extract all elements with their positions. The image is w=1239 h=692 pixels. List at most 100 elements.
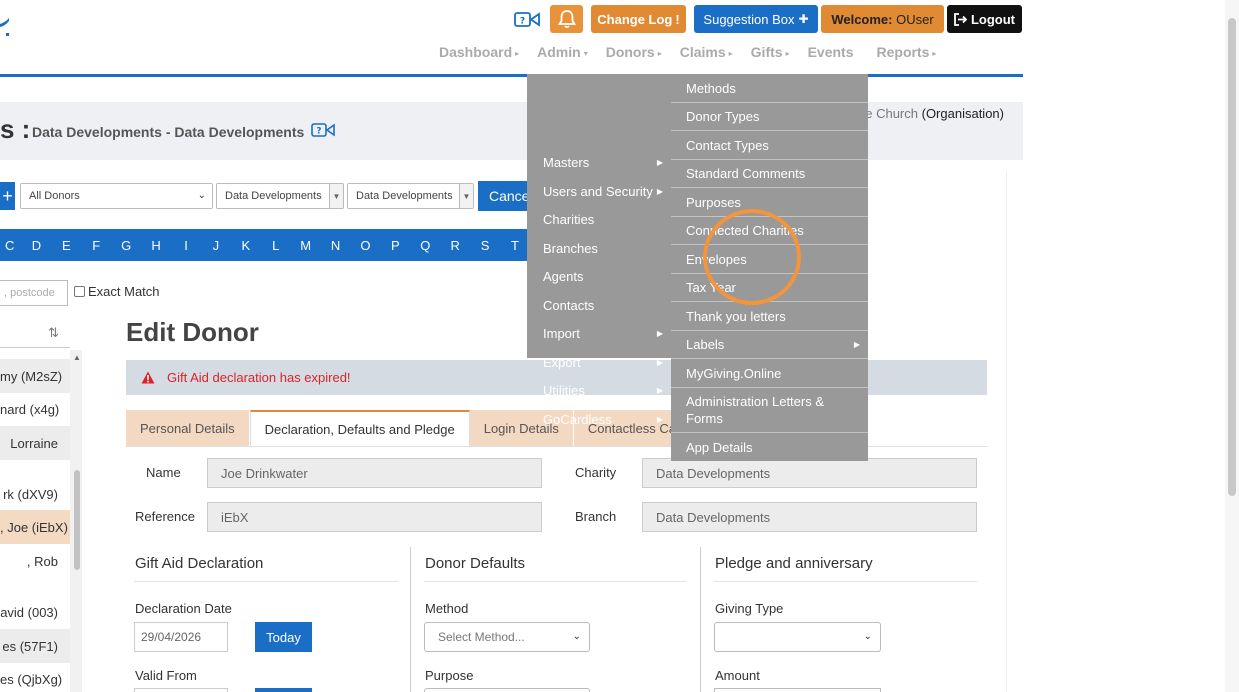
alphabet-letter-o[interactable]: O xyxy=(350,238,380,253)
alphabet-letter-f[interactable]: F xyxy=(81,238,111,253)
cancel-button[interactable]: Cancel xyxy=(478,181,533,211)
masters-menu-item-administration-letters-forms[interactable]: Administration Letters & Forms xyxy=(671,388,868,433)
donor-list-item[interactable]: , Rob xyxy=(0,544,70,578)
video-help-icon[interactable]: ? xyxy=(311,123,335,138)
purpose-select[interactable] xyxy=(424,688,590,692)
nav-events[interactable]: Events xyxy=(799,44,868,64)
admin-menu-item-agents[interactable]: Agents xyxy=(527,262,671,290)
welcome-user-button[interactable]: Welcome: OUser xyxy=(821,5,944,33)
edit-donor-title: Edit Donor xyxy=(126,317,259,347)
exact-match-checkbox[interactable] xyxy=(74,286,85,297)
submenu-arrow-icon: ▶ xyxy=(853,340,860,349)
alphabet-letter-j[interactable]: J xyxy=(201,238,231,253)
nav-donors[interactable]: Donors ▸ xyxy=(597,44,671,64)
masters-menu-item-labels[interactable]: Labels ▶ xyxy=(671,331,868,359)
masters-menu-item-contact-types[interactable]: Contact Types xyxy=(671,131,868,160)
masters-menu-item-donor-types[interactable]: Donor Types xyxy=(671,103,868,131)
admin-menu-item-import[interactable]: Import ▶ xyxy=(527,319,671,347)
admin-menu-item-masters[interactable]: Masters ▶ xyxy=(527,148,671,176)
donor-list-item[interactable]: avid (003) xyxy=(0,595,70,629)
alphabet-letter-l[interactable]: L xyxy=(261,238,291,253)
alphabet-letter-c[interactable]: C xyxy=(0,238,22,253)
page-scroll-thumb[interactable] xyxy=(1228,18,1236,496)
masters-menu-item-app-details[interactable]: App Details xyxy=(671,433,868,461)
admin-menu-item-utilities[interactable]: Utilities ▶ xyxy=(527,376,671,404)
video-help-icon[interactable]: ? xyxy=(514,12,540,28)
notifications-button[interactable] xyxy=(550,5,583,33)
sort-icon[interactable]: ⇅ xyxy=(48,325,59,341)
giving-type-select[interactable]: ⌄ xyxy=(714,622,881,652)
nav-admin[interactable]: Admin ▾ xyxy=(528,44,597,64)
donor-list-item[interactable]: es (57F1) xyxy=(0,629,70,663)
logout-button[interactable]: Logout xyxy=(947,5,1022,33)
valid-from-today-button[interactable] xyxy=(255,688,312,692)
donor-list-item[interactable]: Lorraine xyxy=(0,426,70,460)
donor-search-input[interactable]: , postcode xyxy=(0,280,68,306)
change-log-button[interactable]: Change Log ! xyxy=(591,5,686,33)
menu-item-label: Standard Comments xyxy=(686,166,806,181)
alphabet-letter-i[interactable]: I xyxy=(171,238,201,253)
alphabet-letter-t[interactable]: T xyxy=(500,238,530,253)
exact-match-toggle[interactable]: Exact Match xyxy=(74,284,160,299)
nav-claims[interactable]: Claims ▸ xyxy=(671,44,742,64)
scroll-up-icon[interactable]: ▲ xyxy=(73,353,81,362)
masters-menu-item-methods[interactable]: Methods xyxy=(671,74,868,103)
admin-menu-item-charities[interactable]: Charities xyxy=(527,205,671,233)
logout-icon xyxy=(954,12,967,26)
donor-list-item[interactable]: nard (x4g) xyxy=(0,392,70,426)
branch-filter-value: Data Developments xyxy=(356,190,453,202)
dropdown-arrow-icon: ▼ xyxy=(329,184,343,208)
alphabet-letter-h[interactable]: H xyxy=(141,238,171,253)
today-button[interactable]: Today xyxy=(255,622,312,652)
alphabet-letter-k[interactable]: K xyxy=(231,238,261,253)
name-field[interactable]: Joe Drinkwater xyxy=(207,458,542,488)
branch-filter-select[interactable]: Data Developments ▼ xyxy=(347,183,474,209)
pledge-section-title: Pledge and anniversary xyxy=(715,555,873,572)
menu-item-label: Contacts xyxy=(543,297,595,313)
nav-reports[interactable]: Reports ▸ xyxy=(868,44,946,64)
declaration-date-input[interactable]: 29/04/2026 xyxy=(134,622,228,652)
admin-menu-item-export[interactable]: Export ▶ xyxy=(527,348,671,376)
reference-field[interactable]: iEbX xyxy=(207,502,542,532)
submenu-arrow-icon: ▶ xyxy=(656,414,663,424)
masters-menu-item-thank-you-letters[interactable]: Thank you letters xyxy=(671,302,868,331)
valid-from-input[interactable] xyxy=(134,688,228,692)
suggestion-box-button[interactable]: Suggestion Box ✚ xyxy=(694,5,818,33)
donor-list-item[interactable]: rk (dXV9) xyxy=(0,477,70,511)
alphabet-letter-m[interactable]: M xyxy=(291,238,321,253)
method-select[interactable]: Select Method... ⌄ xyxy=(424,622,590,652)
charity-field[interactable]: Data Developments xyxy=(642,458,977,488)
charity-filter-select[interactable]: Data Developments ▼ xyxy=(216,183,344,209)
welcome-label: Welcome: xyxy=(831,11,893,27)
masters-menu-item-standard-comments[interactable]: Standard Comments xyxy=(671,160,868,188)
organisation-label: pe Church (Organisation) xyxy=(858,106,1004,121)
donor-list-item-label: Lorraine xyxy=(10,435,58,451)
donor-filter-select[interactable]: All Donors ⌄ xyxy=(20,183,213,209)
alphabet-letter-p[interactable]: P xyxy=(380,238,410,253)
alphabet-letter-s[interactable]: S xyxy=(470,238,500,253)
donor-list-item[interactable]: , Joe (iEbX) xyxy=(0,510,70,544)
alphabet-letter-e[interactable]: E xyxy=(51,238,81,253)
amount-input[interactable] xyxy=(714,688,881,692)
tab-declaration-defaults-and-pledge[interactable]: Declaration, Defaults and Pledge xyxy=(249,410,470,447)
alphabet-letter-r[interactable]: R xyxy=(440,238,470,253)
alphabet-letter-n[interactable]: N xyxy=(321,238,351,253)
donor-list-item[interactable]: my (M2sZ) xyxy=(0,359,70,393)
alphabet-letter-g[interactable]: G xyxy=(111,238,141,253)
masters-menu-item-mygiving-online[interactable]: MyGiving.Online xyxy=(671,359,868,388)
nav-dashboard[interactable]: Dashboard ▸ xyxy=(430,44,528,64)
admin-menu-item-gocardless[interactable]: GoCardless ▶ xyxy=(527,405,671,433)
admin-menu-item-contacts[interactable]: Contacts xyxy=(527,291,671,319)
donor-list-scroll-thumb[interactable] xyxy=(74,470,80,570)
charity-filter-value: Data Developments xyxy=(225,190,322,202)
branch-field[interactable]: Data Developments xyxy=(642,502,977,532)
donor-list-item[interactable]: es (QjbXg) xyxy=(0,662,70,692)
suggestion-box-label: Suggestion Box xyxy=(703,11,795,27)
alphabet-letter-d[interactable]: D xyxy=(22,238,52,253)
nav-gifts[interactable]: Gifts ▸ xyxy=(742,44,799,64)
alphabet-letter-q[interactable]: Q xyxy=(410,238,440,253)
tab-personal-details[interactable]: Personal Details xyxy=(126,410,250,447)
admin-menu-item-branches[interactable]: Branches xyxy=(527,234,671,262)
add-donor-button[interactable]: + xyxy=(0,182,15,210)
admin-menu-item-users-and-security[interactable]: Users and Security ▶ xyxy=(527,177,671,205)
